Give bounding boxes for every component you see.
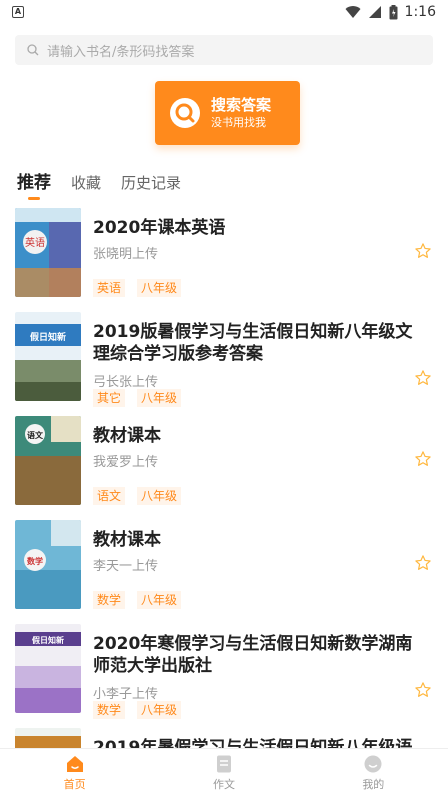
book-tag: 数学 xyxy=(93,701,126,719)
nav-label: 首页 xyxy=(63,777,86,791)
book-tags: 数学 八年级 xyxy=(93,701,182,719)
book-tag: 数学 xyxy=(93,591,126,609)
book-title: 教材课本 xyxy=(93,530,161,550)
svg-text:假日知新: 假日知新 xyxy=(32,635,64,645)
svg-text:假日知新: 假日知新 xyxy=(30,331,66,343)
book-title: 2020年寒假学习与生活假日知新数学湖南师范大学出版社 xyxy=(93,634,413,676)
search-input[interactable]: 请输入书名/条形码找答案 xyxy=(15,35,433,65)
search-answer-icon xyxy=(170,98,200,128)
book-item[interactable]: 假日知新 2020年寒假学习与生活假日知新数学湖南师范大学出版社 小李子上传 数… xyxy=(0,623,448,727)
bottom-nav: 首页 作文 我的 xyxy=(0,748,448,796)
book-tags: 语文 八年级 xyxy=(93,487,182,505)
book-cover: 英语 xyxy=(15,208,81,297)
wifi-icon xyxy=(345,6,361,19)
nav-home[interactable]: 首页 xyxy=(0,749,149,796)
book-item[interactable]: 语文 教材课本 我爱罗上传 语文 八年级 xyxy=(0,415,448,519)
nav-label: 我的 xyxy=(362,777,385,791)
search-answer-button[interactable]: 搜索答案 没书用找我 xyxy=(155,81,300,145)
favorite-star-icon[interactable] xyxy=(414,369,432,387)
book-item[interactable]: 英语 2020年课本英语 张晓明上传 英语 八年级 xyxy=(0,207,448,311)
tab-active-indicator xyxy=(28,197,40,200)
book-tag: 英语 xyxy=(93,279,126,297)
home-icon xyxy=(66,755,83,772)
search-answer-subtitle: 没书用找我 xyxy=(211,116,266,129)
book-tag: 八年级 xyxy=(137,279,182,297)
book-uploader: 李天一上传 xyxy=(93,559,159,574)
book-tags: 其它 八年级 xyxy=(93,389,182,407)
signal-icon xyxy=(368,6,381,18)
book-title: 教材课本 xyxy=(93,426,161,446)
svg-text:数学: 数学 xyxy=(27,556,43,566)
book-cover: 假日知新 xyxy=(15,312,81,401)
book-list: 英语 2020年课本英语 张晓明上传 英语 八年级 假日知新 2019版暑假学习… xyxy=(0,207,448,796)
favorite-star-icon[interactable] xyxy=(414,450,432,468)
book-tag: 八年级 xyxy=(137,591,182,609)
nav-label: 作文 xyxy=(212,777,235,791)
book-tag: 八年级 xyxy=(137,701,182,719)
profile-icon xyxy=(364,755,382,772)
battery-icon xyxy=(389,4,398,19)
book-tag: 其它 xyxy=(93,389,126,407)
status-time: 1:16 xyxy=(404,4,436,20)
nav-profile[interactable]: 我的 xyxy=(299,749,448,796)
book-title: 2019版暑假学习与生活假日知新八年级文理综合学习版参考答案 xyxy=(93,322,413,364)
book-item[interactable]: 假日知新 2019版暑假学习与生活假日知新八年级文理综合学习版参考答案 弓长张上… xyxy=(0,311,448,415)
nav-essay[interactable]: 作文 xyxy=(149,749,298,796)
book-tag: 八年级 xyxy=(137,487,182,505)
book-uploader: 我爱罗上传 xyxy=(93,455,159,470)
book-tags: 英语 八年级 xyxy=(93,279,182,297)
favorite-star-icon[interactable] xyxy=(414,242,432,260)
book-tags: 数学 八年级 xyxy=(93,591,182,609)
favorite-star-icon[interactable] xyxy=(414,681,432,699)
svg-text:英语: 英语 xyxy=(25,236,45,249)
book-cover: 语文 xyxy=(15,416,81,505)
book-uploader: 小李子上传 xyxy=(93,687,159,702)
tab-history[interactable]: 历史记录 xyxy=(121,170,181,196)
search-icon xyxy=(27,44,39,56)
book-cover: 假日知新 xyxy=(15,624,81,713)
tab-recommend[interactable]: 推荐 xyxy=(17,170,51,200)
book-item[interactable]: 数学 教材课本 李天一上传 数学 八年级 xyxy=(0,519,448,623)
tab-favorites[interactable]: 收藏 xyxy=(71,170,101,196)
tab-bar: 推荐 收藏 历史记录 xyxy=(17,170,181,200)
favorite-star-icon[interactable] xyxy=(414,554,432,572)
search-answer-title: 搜索答案 xyxy=(211,96,272,114)
search-placeholder: 请输入书名/条形码找答案 xyxy=(47,44,195,60)
status-bar: A 1:16 xyxy=(0,0,448,24)
app-notification-icon: A xyxy=(12,6,24,18)
book-cover: 数学 xyxy=(15,520,81,609)
book-tag: 八年级 xyxy=(137,389,182,407)
book-tag: 语文 xyxy=(93,487,126,505)
book-uploader: 张晓明上传 xyxy=(93,247,159,262)
svg-text:语文: 语文 xyxy=(27,430,44,440)
book-uploader: 弓长张上传 xyxy=(93,375,159,390)
document-icon xyxy=(216,755,231,772)
book-title: 2020年课本英语 xyxy=(93,218,226,238)
